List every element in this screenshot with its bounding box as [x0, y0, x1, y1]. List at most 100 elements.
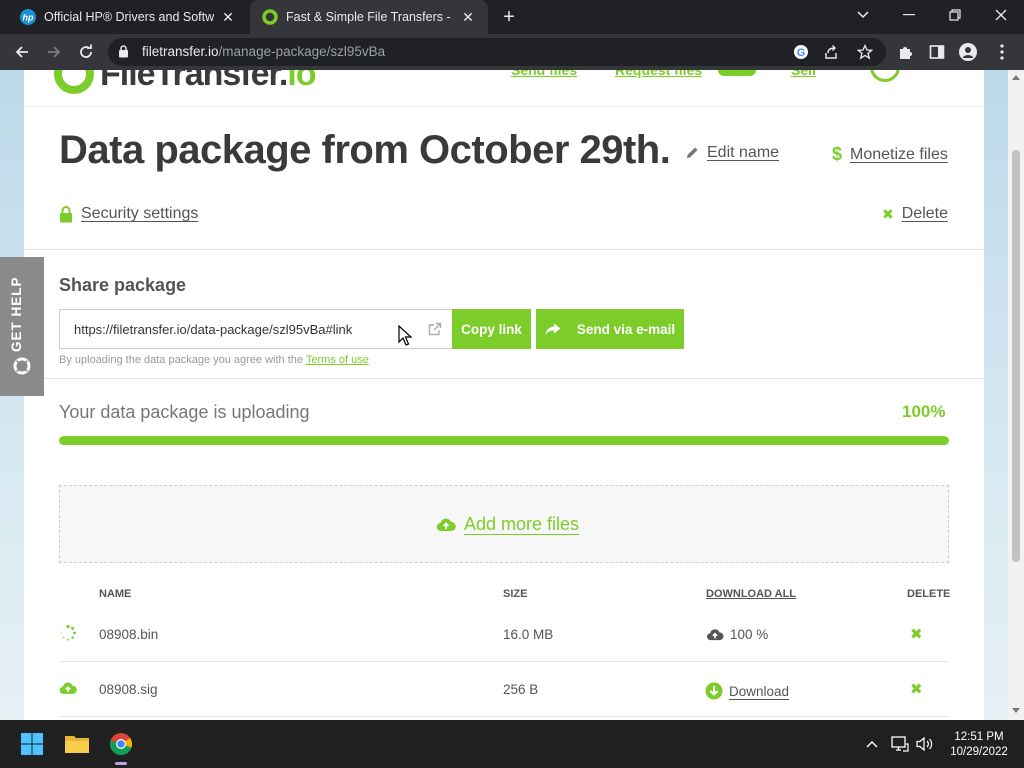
delete-file-icon[interactable]: ✖ [910, 625, 923, 643]
upload-progress-fill [59, 436, 949, 445]
clock-time: 12:51 PM [954, 731, 1004, 743]
page-card: FileTransfer.io Send files Request files… [24, 70, 984, 720]
file-name[interactable]: 08908.bin [99, 627, 158, 642]
forward-button[interactable] [42, 40, 66, 64]
share-link-value[interactable]: https://filetransfer.io/data-package/szl… [74, 322, 352, 337]
upload-status-text: Your data package is uploading [59, 402, 310, 422]
page-scrollbar[interactable] [1008, 70, 1024, 720]
volume-icon[interactable] [915, 734, 935, 754]
scroll-up-arrow-icon[interactable] [1012, 75, 1020, 80]
terms-of-use-link[interactable]: Terms of use [306, 354, 369, 366]
profile-avatar-icon[interactable] [958, 42, 978, 62]
lifebuoy-icon [13, 357, 31, 375]
address-bar[interactable]: filetransfer.io/manage-package/szl95vBa … [108, 38, 886, 66]
active-app-indicator [115, 762, 127, 765]
site-logo[interactable]: FileTransfer.io [54, 70, 317, 94]
network-icon[interactable] [890, 734, 910, 754]
restore-button[interactable] [932, 0, 978, 30]
divider [24, 378, 984, 379]
cloud-upload-icon [436, 518, 456, 532]
close-tab-icon[interactable]: ✕ [220, 9, 236, 25]
spinner-icon [60, 624, 76, 641]
nav-sell[interactable]: Sell [791, 70, 816, 78]
extensions-puzzle-icon[interactable] [896, 42, 916, 62]
minimize-button[interactable] [886, 0, 932, 30]
package-title: Data package from October 29th. [59, 128, 671, 172]
user-account-icon[interactable] [870, 70, 900, 82]
copy-link-button[interactable]: Copy link [452, 309, 531, 349]
pencil-icon [685, 146, 699, 160]
logo-main-text: FileTransfer. [100, 70, 288, 93]
download-file-link[interactable]: Download [705, 682, 789, 700]
close-tab-icon[interactable]: ✕ [460, 9, 476, 25]
edit-name-link[interactable]: Edit name [685, 144, 779, 162]
scroll-down-arrow-icon[interactable] [1012, 708, 1020, 713]
logo-ring-icon [54, 70, 94, 94]
file-size: 16.0 MB [503, 627, 554, 642]
logo-io-text: io [287, 70, 316, 93]
side-panel-icon[interactable] [927, 42, 947, 62]
file-explorer-icon[interactable] [61, 728, 93, 760]
reload-button[interactable] [74, 40, 98, 64]
column-header-name: NAME [99, 588, 132, 600]
scrollbar-thumb[interactable] [1012, 150, 1020, 562]
tab-search-icon[interactable] [840, 0, 886, 30]
share-icon[interactable] [822, 43, 840, 61]
share-package-heading: Share package [59, 275, 187, 295]
monetize-files-link[interactable]: $ Monetize files [832, 144, 948, 165]
get-help-tab[interactable]: GET HELP [0, 257, 44, 396]
lock-icon[interactable] [118, 45, 129, 58]
nav-new-badge [718, 70, 756, 76]
back-button[interactable] [10, 40, 34, 64]
clock-date: 10/29/2022 [950, 746, 1008, 758]
new-tab-button[interactable]: + [498, 7, 520, 29]
edit-name-label: Edit name [707, 144, 780, 161]
url-path: /manage-package/szl95vBa [218, 44, 386, 59]
divider [24, 249, 984, 250]
dollar-icon: $ [832, 144, 843, 164]
delete-label: Delete [901, 205, 948, 222]
delete-package-link[interactable]: ✖ Delete [882, 205, 948, 223]
tab-title: Official HP® Drivers and Software [44, 10, 214, 24]
nav-request-files[interactable]: Request files [615, 70, 702, 78]
upload-progress-status: 100 % [706, 627, 768, 642]
add-more-files-label: Add more files [464, 514, 580, 534]
table-row: 08908.bin 16.0 MB 100 % ✖ [59, 607, 949, 662]
bookmark-star-icon[interactable] [856, 43, 874, 61]
page-viewport: FileTransfer.io Send files Request files… [0, 70, 1008, 720]
cloud-upload-icon [59, 682, 77, 694]
system-clock[interactable]: 12:51 PM 10/29/2022 [944, 730, 1014, 760]
security-settings-label: Security settings [81, 205, 199, 222]
url-text[interactable]: filetransfer.io/manage-package/szl95vBa [142, 44, 385, 59]
browser-tab-bar: hp Official HP® Drivers and Software ✕ F… [0, 0, 1024, 34]
nav-send-files[interactable]: Send files [511, 70, 577, 78]
share-link-field[interactable]: https://filetransfer.io/data-package/szl… [59, 309, 452, 349]
external-link-icon[interactable] [428, 322, 442, 336]
browser-tab-hp[interactable]: hp Official HP® Drivers and Software ✕ [8, 0, 248, 34]
download-circle-icon [705, 682, 723, 700]
delete-file-icon[interactable]: ✖ [910, 680, 923, 698]
send-via-email-button[interactable]: Send via e-mail [536, 309, 684, 349]
add-more-files-link[interactable]: Add more files [436, 514, 579, 535]
upload-percent-text: 100 % [730, 627, 769, 642]
download-all-link[interactable]: DOWNLOAD ALL [706, 588, 796, 600]
chrome-menu-icon[interactable] [992, 42, 1012, 62]
start-windows-icon[interactable] [16, 728, 48, 760]
svg-text:hp: hp [23, 13, 34, 23]
url-host: filetransfer.io [142, 44, 219, 59]
add-files-dropzone[interactable]: Add more files [59, 485, 949, 563]
upload-percent: 100% [902, 402, 946, 421]
browser-tab-filetransfer[interactable]: Fast & Simple File Transfers - File ✕ [250, 0, 488, 34]
hp-logo-icon: hp [20, 9, 36, 25]
close-window-button[interactable] [978, 0, 1024, 30]
security-settings-link[interactable]: Security settings [59, 205, 198, 223]
file-name[interactable]: 08908.sig [99, 682, 158, 697]
x-icon: ✖ [882, 205, 894, 222]
google-lens-icon[interactable]: G [792, 43, 810, 61]
show-hidden-icons-chevron-icon[interactable] [862, 734, 882, 754]
terms-prefix: By uploading the data package you agree … [59, 354, 306, 366]
chrome-taskbar-icon[interactable] [105, 728, 137, 765]
column-header-delete: DELETE [907, 588, 951, 600]
get-help-label: GET HELP [9, 276, 24, 352]
monetize-label: Monetize files [850, 145, 948, 163]
